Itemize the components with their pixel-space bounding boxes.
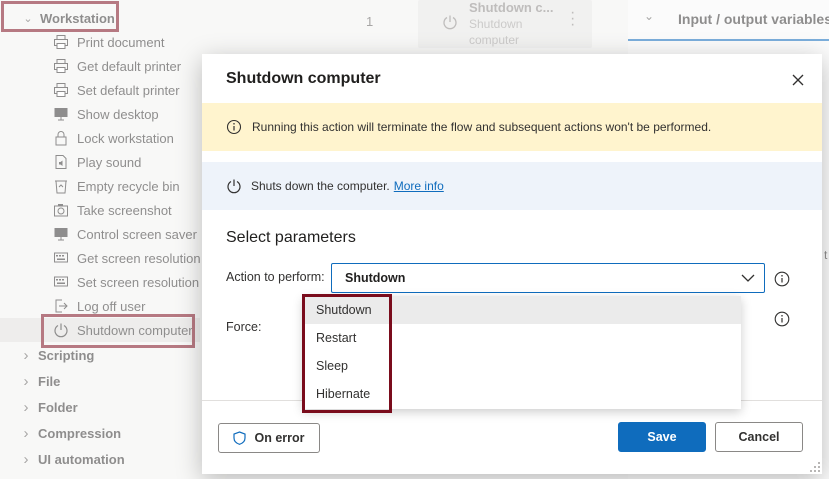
info-banner: Shuts down the computer. More info <box>202 162 822 210</box>
close-button[interactable] <box>789 71 807 89</box>
close-icon <box>792 74 804 86</box>
shutdown-computer-dialog: Shutdown computer Running this action wi… <box>202 54 822 474</box>
info-circle-icon <box>226 119 242 135</box>
more-info-link[interactable]: More info <box>394 179 444 193</box>
action-to-perform-select[interactable]: Shutdown <box>331 263 765 293</box>
selected-action-value: Shutdown <box>345 271 406 285</box>
section-title: Select parameters <box>226 229 356 246</box>
info-text: Shuts down the computer. <box>251 179 390 193</box>
power-icon <box>227 179 241 194</box>
dialog-title: Shutdown computer <box>226 70 381 87</box>
save-label: Save <box>647 430 677 444</box>
on-error-label: On error <box>254 431 305 445</box>
force-help-icon[interactable] <box>774 311 790 327</box>
shield-icon <box>233 431 247 445</box>
cancel-button[interactable]: Cancel <box>715 422 803 452</box>
action-to-perform-label: Action to perform: <box>226 270 325 284</box>
on-error-button[interactable]: On error <box>218 423 320 453</box>
cancel-label: Cancel <box>738 430 780 444</box>
force-label: Force: <box>226 320 262 334</box>
warning-text: Running this action will terminate the f… <box>252 120 712 134</box>
action-help-icon[interactable] <box>774 271 790 287</box>
resize-grip-icon[interactable] <box>806 458 822 474</box>
save-button[interactable]: Save <box>618 422 706 452</box>
warning-banner: Running this action will terminate the f… <box>202 103 822 151</box>
dropdown-highlight-box <box>302 294 392 413</box>
chevron-down-icon <box>741 274 755 282</box>
